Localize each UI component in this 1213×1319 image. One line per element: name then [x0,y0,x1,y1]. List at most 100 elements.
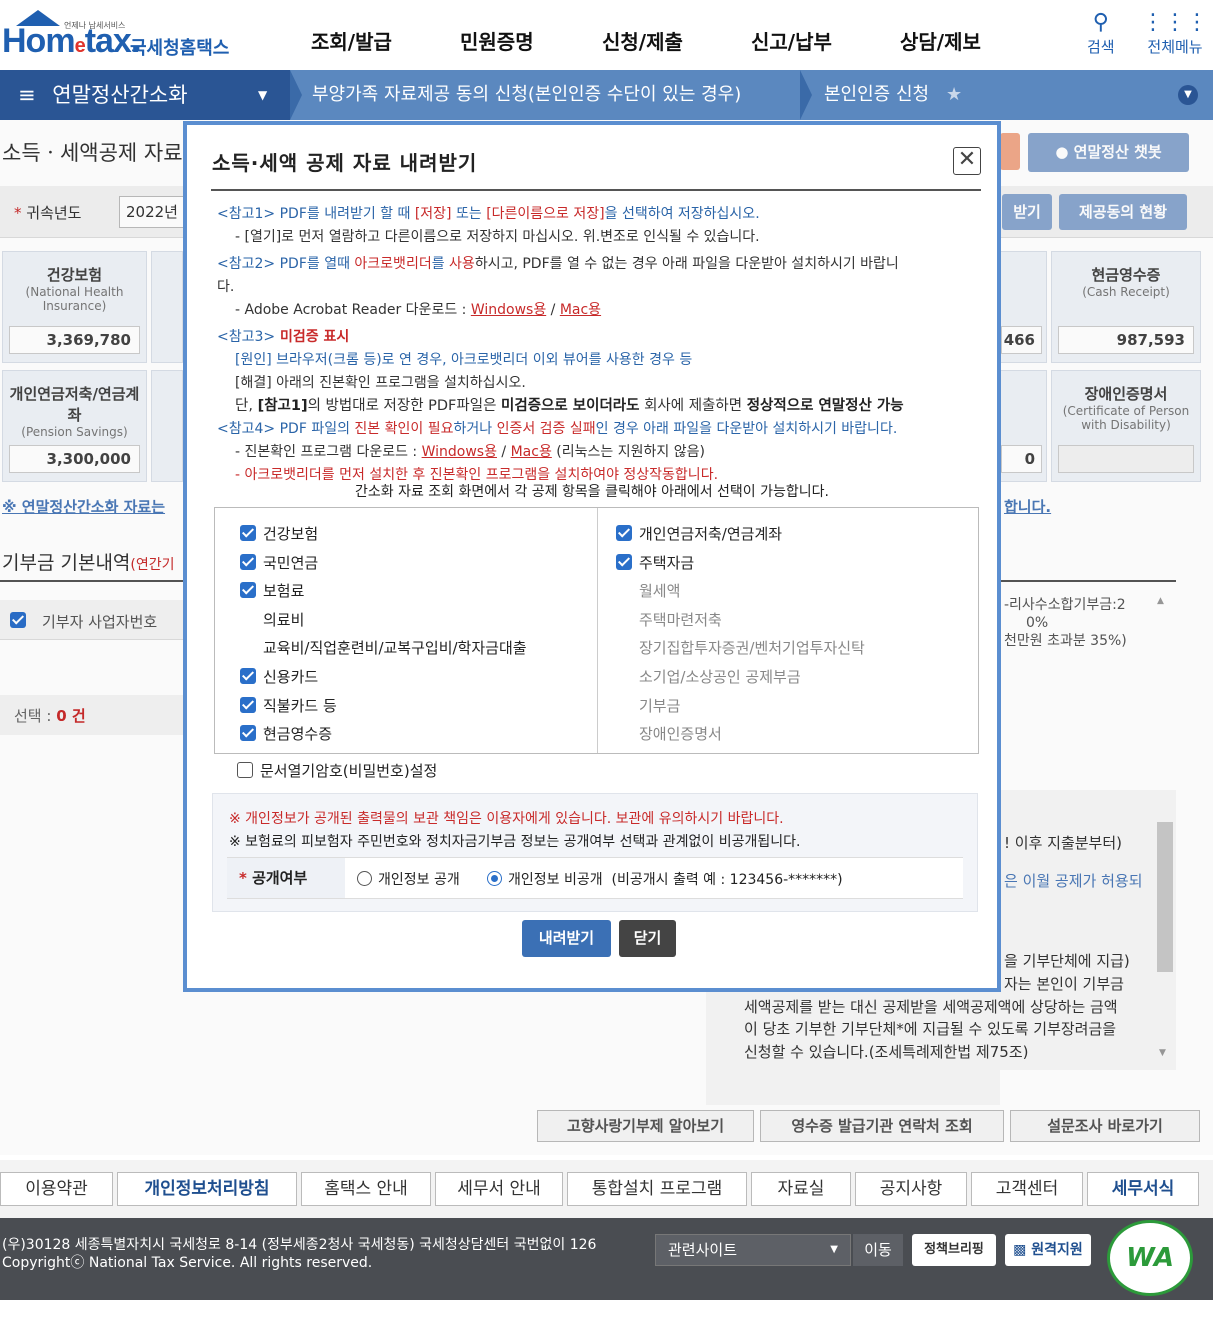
policy-briefing-button[interactable]: 정책브리핑 [912,1234,996,1266]
deduction-item-left-6[interactable]: 직불카드 등 [240,696,337,716]
footer-install[interactable]: 통합설치 프로그램 [567,1172,747,1206]
verify-windows-link[interactable]: Windows용 [422,444,497,460]
location-current-menu[interactable]: ≡ 연말정산간소화 ▼ [0,70,290,120]
footer-privacy[interactable]: 개인정보처리방침 [117,1172,297,1206]
items-grid: 건강보험국민연금보험료의료비교육비/직업훈련비/교복구입비/학자금대출신용카드직… [214,507,979,754]
deduction-item-right-5[interactable]: 소기업/소상공인 공제부금 [616,667,801,687]
gnb-consult[interactable]: 상담/제보 [900,26,981,55]
password-checkbox[interactable] [237,762,253,778]
close-icon[interactable]: ✕ [953,147,981,175]
dialog-title: 소득·세액 공제 자료 내려받기 [212,151,478,175]
footer-notice[interactable]: 공지사항 [855,1172,967,1206]
footer-copyright: Copyrightⓒ National Tax Service. All rig… [2,1255,373,1271]
footer-taxoffice[interactable]: 세무서 안내 [435,1172,563,1206]
search-button[interactable]: ⚲ 검색 [1087,10,1115,57]
privacy-warning: ※ 개인정보가 공개된 출력물의 보관 책임은 이용자에게 있습니다. 보관에 … [229,811,784,827]
item-checkbox[interactable] [240,725,256,742]
radio-private[interactable]: 개인정보 비공개 (비공개시 출력 예 : 123456-*******) [487,869,843,889]
item-checkbox[interactable] [240,696,256,713]
note-2: <참고2> PDF를 열때 아크로뱃리더를 사용하시고, PDF를 열 수 없는… [217,256,899,272]
dialog-close-button[interactable]: 닫기 [619,920,676,957]
deduction-item-left-5[interactable]: 신용카드 [240,667,318,687]
breadcrumb-item-current[interactable]: 본인인증 신청 [824,70,929,120]
footer-terms[interactable]: 이용약관 [0,1172,113,1206]
title-divider [211,189,981,191]
footer-bottom: (우)30128 세종특별자치시 국세청로 8-14 (정부세종2청사 국세청동… [0,1218,1213,1300]
deduction-item-right-6[interactable]: 기부금 [616,696,680,716]
gnb-inquiry[interactable]: 조회/발급 [311,26,392,55]
footer-customer[interactable]: 고객센터 [971,1172,1083,1206]
acrobat-mac-link[interactable]: Mac용 [560,302,601,318]
footer-tax-forms[interactable]: 세무서식 [1087,1172,1199,1206]
footer-hometax-guide[interactable]: 홈택스 안내 [301,1172,431,1206]
expand-chevron-icon[interactable]: ▼ [1178,85,1198,105]
verify-mac-link[interactable]: Mac용 [511,444,552,460]
privacy-note: ※ 보험료의 피보험자 주민번호와 정치자금기부금 정보는 공개여부 선택과 관… [229,834,801,850]
item-label: 주택자금 [639,553,695,572]
acrobat-windows-link[interactable]: Windows용 [471,302,546,318]
download-submit-button[interactable]: 내려받기 [522,920,611,957]
item-label: 신용카드 [263,668,319,686]
deduction-item-left-4[interactable]: 교육비/직업훈련비/교복구입비/학자금대출 [240,638,527,658]
note-3-caution: 단, [참고1]의 방법대로 저장한 PDF파일은 미검증으로 보이더라도 회사… [235,398,904,414]
note-3: <참고3> 미검증 표시 [217,329,350,345]
deduction-item-left-7[interactable]: 현금영수증 [240,724,332,744]
grid-divider [597,508,598,753]
footer-library[interactable]: 자료실 [751,1172,851,1206]
public-label: * 공개여부 [227,858,345,898]
remote-icon: ▩ [1013,1242,1027,1258]
item-checkbox[interactable] [240,553,256,570]
item-checkbox[interactable] [240,668,256,684]
radio-private-input[interactable] [487,871,502,886]
radio-public-input[interactable] [357,871,372,886]
caret-down-icon: ▼ [258,88,268,102]
favorite-star-icon[interactable]: ★ [946,70,962,120]
gnb-certificates[interactable]: 민원증명 [460,26,534,55]
deduction-item-left-1[interactable]: 국민연금 [240,553,318,573]
password-option[interactable]: 문서열기암호(비밀번호)설정 [237,761,437,781]
logo-korean: 국세청홈택스 [130,38,230,59]
item-label: 교육비/직업훈련비/교복구입비/학자금대출 [263,639,527,658]
item-checkbox[interactable] [240,582,256,599]
radio-public[interactable]: 개인정보 공개 [357,869,460,889]
caret-down-icon: ▼ [830,1244,838,1255]
deduction-item-right-0[interactable]: 개인연금저축/연금계좌 [616,524,782,544]
related-site-select[interactable]: 관련사이트 ▼ [655,1234,851,1266]
all-menu-button[interactable]: ⋮⋮⋮ 전체메뉴 [1142,10,1208,57]
item-label: 현금영수증 [263,725,333,744]
hamburger-icon: ≡ [18,83,36,107]
deduction-item-left-2[interactable]: 보험료 [240,581,304,601]
item-checkbox[interactable] [240,525,256,541]
privacy-box: ※ 개인정보가 공개된 출력물의 보관 책임은 이용자에게 있습니다. 보관에 … [212,793,978,912]
item-label: 의료비 [263,610,305,629]
deduction-item-right-2[interactable]: 월세액 [616,581,680,601]
grid-menu-icon: ⋮⋮⋮ [1142,10,1208,35]
item-checkbox[interactable] [616,553,632,570]
deduction-item-right-3[interactable]: 주택마련저축 [616,610,722,630]
deduction-item-right-1[interactable]: 주택자금 [616,553,694,573]
breadcrumb-item[interactable]: 부양가족 자료제공 동의 신청(본인인증 수단이 있는 경우) [312,70,741,120]
item-label: 기부금 [639,696,681,715]
note-4-cut: - 아크로뱃리더를 먼저 설치한 후 진본확인 프로그램을 설치하여야 정상작동… [235,467,719,481]
go-button[interactable]: 이동 [853,1234,903,1266]
hometax-logo[interactable]: 언제나 납세서비스 Hometax. 국세청홈택스 [2,8,232,63]
search-icon: ⚲ [1092,10,1109,35]
remote-support-button[interactable]: ▩ 원격지원 [1005,1234,1091,1266]
footer-address: (우)30128 세종특별자치시 국세청로 8-14 (정부세종2청사 국세청동… [2,1237,597,1253]
item-label: 소기업/소상공인 공제부금 [639,668,801,686]
notes-scroll-area[interactable]: <참고1> PDF를 내려받기 할 때 [저장] 또는 [다른이름으로 저장]을… [217,203,977,481]
breadcrumb-separator [800,70,812,120]
item-label: 주택마련저축 [639,610,722,629]
download-dialog: 소득·세액 공제 자료 내려받기 ✕ <참고1> PDF를 내려받기 할 때 [… [183,121,1001,992]
gnb-apply[interactable]: 신청/제출 [602,26,683,55]
location-bar: ≡ 연말정산간소화 ▼ 부양가족 자료제공 동의 신청(본인인증 수단이 있는 … [0,70,1213,120]
gnb-report[interactable]: 신고/납부 [751,26,832,55]
selection-guide: 간소화 자료 조회 화면에서 각 공제 항목을 클릭해야 아래에서 선택이 가능… [355,484,829,500]
deduction-item-right-7[interactable]: 장애인증명서 [616,724,722,744]
item-checkbox[interactable] [616,525,632,541]
note-3-cause: [원인] 브라우저(크롬 등)로 연 경우, 아크로뱃리더 이외 뷰어를 사용한… [235,352,693,368]
deduction-item-right-4[interactable]: 장기집합투자증권/벤처기업투자신탁 [616,638,865,658]
deduction-item-left-0[interactable]: 건강보험 [240,524,318,544]
note-4: <참고4> PDF 파일의 진본 확인이 필요하거나 인증서 검증 실패인 경우… [217,421,898,437]
deduction-item-left-3[interactable]: 의료비 [240,610,304,630]
